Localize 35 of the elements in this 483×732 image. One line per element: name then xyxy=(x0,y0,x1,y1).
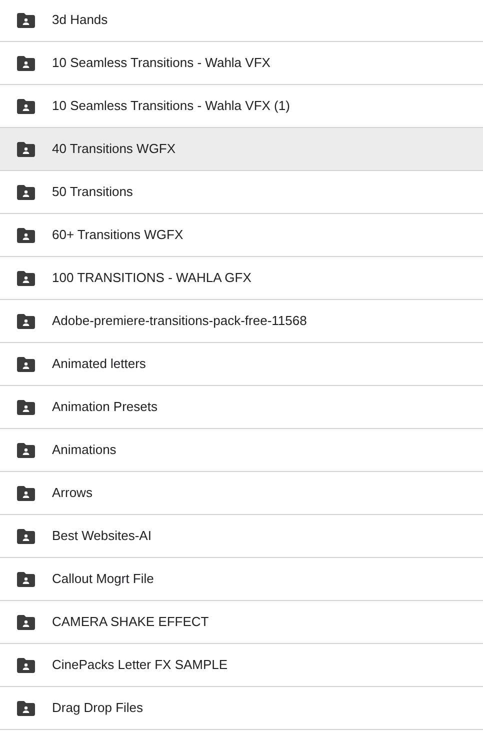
shared-folder-icon xyxy=(17,98,35,114)
folder-name: 50 Transitions xyxy=(52,183,133,202)
folder-name: Arrows xyxy=(52,484,92,502)
shared-folder-icon xyxy=(17,142,35,156)
shared-folder-icon xyxy=(17,658,35,672)
folder-name: Adobe-premiere-transitions-pack-free-11568 xyxy=(52,312,307,330)
shared-folder-icon xyxy=(17,314,35,328)
folder-name: Drag Drop Files xyxy=(52,699,144,718)
shared-folder-icon xyxy=(17,184,35,200)
folder-name: 60+ Transitions WGFX xyxy=(52,226,184,244)
shared-folder-icon xyxy=(17,356,35,372)
shared-folder-icon xyxy=(17,442,35,458)
folder-name: Animations xyxy=(52,441,116,460)
folder-name: 10 Seamless Transitions - Wahla VFX (1) xyxy=(52,97,290,116)
shared-folder-icon xyxy=(17,572,35,586)
folder-row[interactable]: 40 Transitions WGFX xyxy=(0,128,483,171)
folder-name: Animated letters xyxy=(52,355,146,374)
shared-folder-icon xyxy=(17,12,35,28)
shared-folder-icon xyxy=(17,528,35,544)
shared-folder-icon xyxy=(17,270,35,286)
shared-folder-icon xyxy=(17,56,35,70)
shared-folder-icon xyxy=(17,614,35,630)
folder-name: 40 Transitions WGFX xyxy=(52,140,176,158)
folder-name: Callout Mogrt File xyxy=(52,570,154,588)
folder-name: 100 TRANSITIONS - WAHLA GFX xyxy=(52,269,252,288)
shared-folder-icon xyxy=(17,400,35,414)
shared-folder-icon xyxy=(17,486,35,500)
folder-name: 3d Hands xyxy=(52,11,108,30)
folder-name: 10 Seamless Transitions - Wahla VFX xyxy=(52,54,270,72)
folder-name: CAMERA SHAKE EFFECT xyxy=(52,613,209,632)
folder-name: Best Websites-AI xyxy=(52,527,152,546)
folder-name: CinePacks Letter FX SAMPLE xyxy=(52,656,228,674)
shared-folder-icon xyxy=(17,700,35,716)
folder-name: Animation Presets xyxy=(52,398,158,416)
shared-folder-icon xyxy=(17,228,35,242)
